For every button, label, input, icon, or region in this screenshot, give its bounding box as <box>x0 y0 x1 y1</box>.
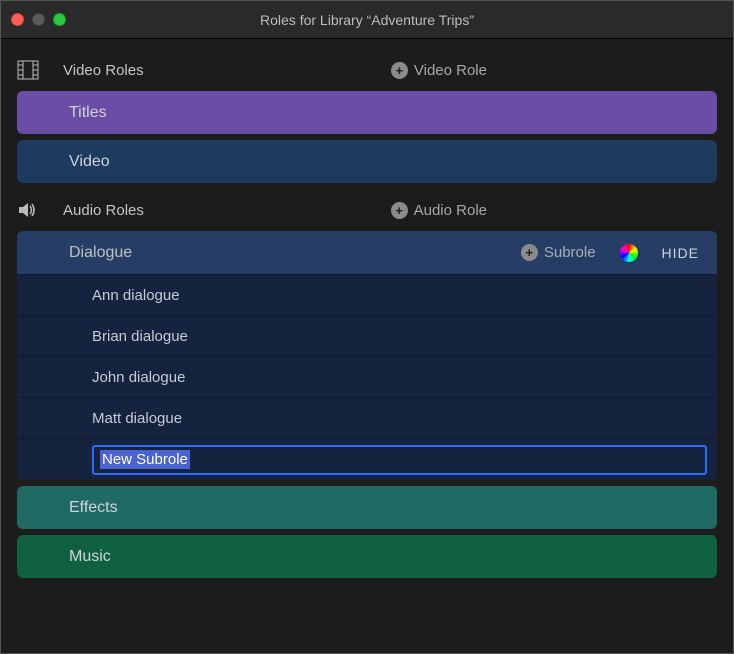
audio-roles-label: Audio Roles <box>45 202 391 219</box>
window-title: Roles for Library “Adventure Trips” <box>1 12 733 28</box>
role-row-label: Music <box>69 548 111 566</box>
video-roles-label: Video Roles <box>45 62 391 79</box>
audio-roles-header: Audio Roles + Audio Role <box>17 189 717 231</box>
role-row-video[interactable]: Video <box>17 140 717 183</box>
role-row-label: Video <box>69 153 110 171</box>
role-row-label: Dialogue <box>69 244 521 262</box>
role-row-label: Effects <box>69 499 118 517</box>
minimize-window-button[interactable] <box>32 13 45 26</box>
role-row-dialogue[interactable]: Dialogue + Subrole HIDE <box>17 231 717 274</box>
film-icon <box>17 60 45 80</box>
color-picker-icon[interactable] <box>620 244 638 262</box>
subrole-label: John dialogue <box>92 369 185 386</box>
add-subrole-label: Subrole <box>544 244 596 261</box>
subrole-row[interactable]: John dialogue <box>17 356 717 397</box>
subrole-name-input[interactable]: New Subrole <box>92 445 707 475</box>
role-row-effects[interactable]: Effects <box>17 486 717 529</box>
traffic-lights <box>11 13 66 26</box>
add-audio-role-label: Audio Role <box>414 202 487 219</box>
subrole-row[interactable]: Matt dialogue <box>17 397 717 438</box>
subrole-label: Brian dialogue <box>92 328 188 345</box>
subrole-label: Ann dialogue <box>92 287 180 304</box>
fullscreen-window-button[interactable] <box>53 13 66 26</box>
plus-icon: + <box>391 62 408 79</box>
close-window-button[interactable] <box>11 13 24 26</box>
role-row-music[interactable]: Music <box>17 535 717 578</box>
add-audio-role-button[interactable]: + Audio Role <box>391 202 487 219</box>
subrole-row[interactable]: Brian dialogue <box>17 315 717 356</box>
hide-button[interactable]: HIDE <box>662 245 699 261</box>
speaker-icon <box>17 201 45 219</box>
subrole-name-value: New Subrole <box>100 450 190 469</box>
subrole-row[interactable]: Ann dialogue <box>17 274 717 315</box>
video-roles-header: Video Roles + Video Role <box>17 49 717 91</box>
subrole-label: Matt dialogue <box>92 410 182 427</box>
plus-icon: + <box>391 202 408 219</box>
role-row-label: Titles <box>69 104 107 122</box>
subrole-row-editing: New Subrole <box>17 438 717 480</box>
role-block-dialogue: Dialogue + Subrole HIDE Ann dialogue Bri… <box>17 231 717 480</box>
window-titlebar: Roles for Library “Adventure Trips” <box>1 1 733 39</box>
plus-icon: + <box>521 244 538 261</box>
add-video-role-button[interactable]: + Video Role <box>391 62 487 79</box>
add-video-role-label: Video Role <box>414 62 487 79</box>
add-subrole-button[interactable]: + Subrole <box>521 244 596 261</box>
role-row-titles[interactable]: Titles <box>17 91 717 134</box>
